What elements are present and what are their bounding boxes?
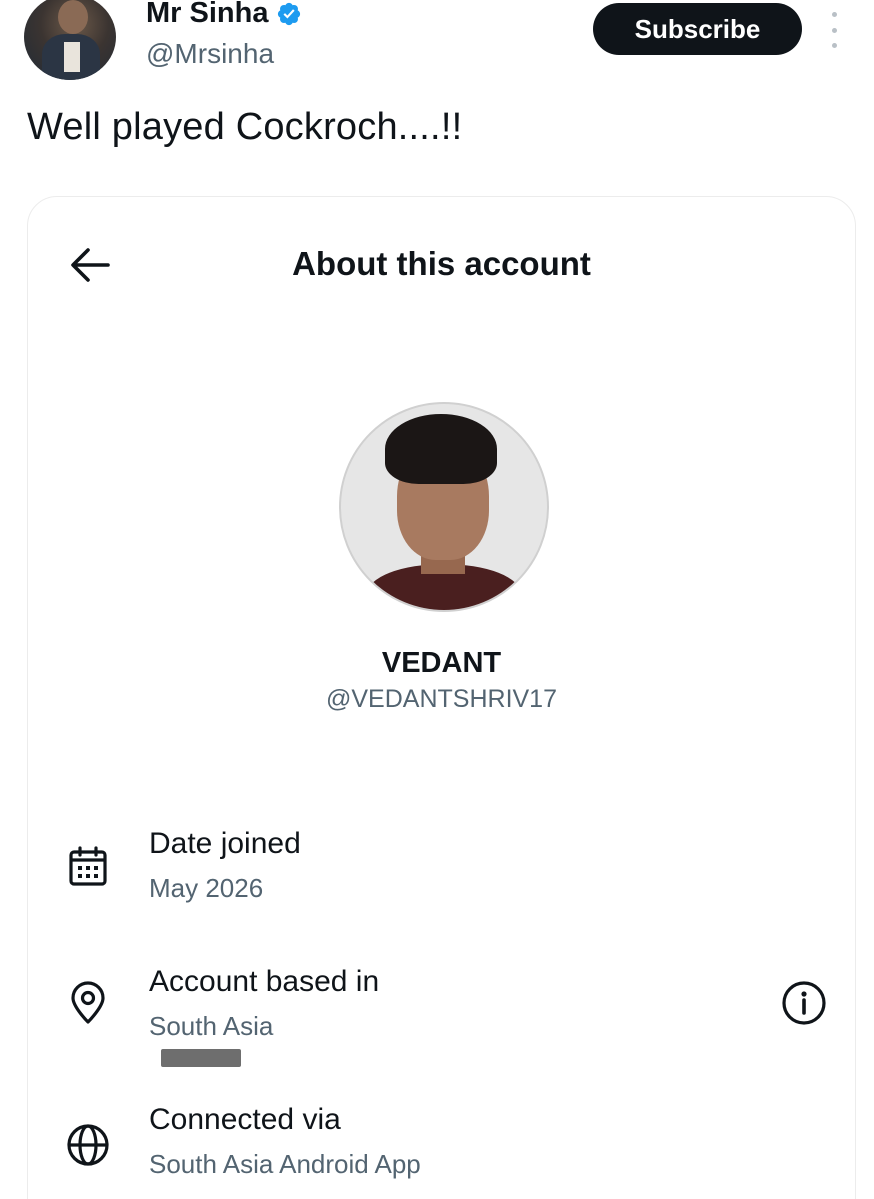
account-based-in-value: South Asia <box>149 1011 274 1041</box>
connected-via-value: South Asia Android App <box>149 1149 421 1179</box>
date-joined-value: May 2026 <box>149 873 264 903</box>
post-screenshot: Mr Sinha @Mrsinha Subscribe Well played … <box>0 0 874 1199</box>
more-options-icon[interactable] <box>826 12 842 48</box>
connected-via-label: Connected via <box>149 1103 341 1136</box>
redaction-bar <box>161 1049 241 1067</box>
tweet-text: Well played Cockroch....!! <box>27 106 463 148</box>
subscribe-button[interactable]: Subscribe <box>593 3 802 55</box>
globe-icon <box>64 1121 112 1169</box>
author-handle[interactable]: @Mrsinha <box>146 38 274 70</box>
author-avatar[interactable] <box>24 0 116 80</box>
author-name[interactable]: Mr Sinha <box>146 0 268 30</box>
profile-handle: @VEDANTSHRIV17 <box>326 685 557 713</box>
profile-photo <box>339 402 549 612</box>
card-title: About this account <box>292 245 591 282</box>
profile-name: VEDANT <box>381 647 502 679</box>
date-joined-label: Date joined <box>149 827 301 860</box>
author-name-row: Mr Sinha <box>146 0 302 30</box>
verified-badge-icon <box>276 1 302 27</box>
about-account-card[interactable]: About this account VEDANT @VEDANTSHRIV17 <box>27 196 856 1199</box>
info-icon[interactable] <box>780 979 828 1027</box>
account-based-in-label: Account based in <box>149 965 380 998</box>
location-pin-icon <box>64 979 112 1027</box>
calendar-icon <box>64 843 112 891</box>
